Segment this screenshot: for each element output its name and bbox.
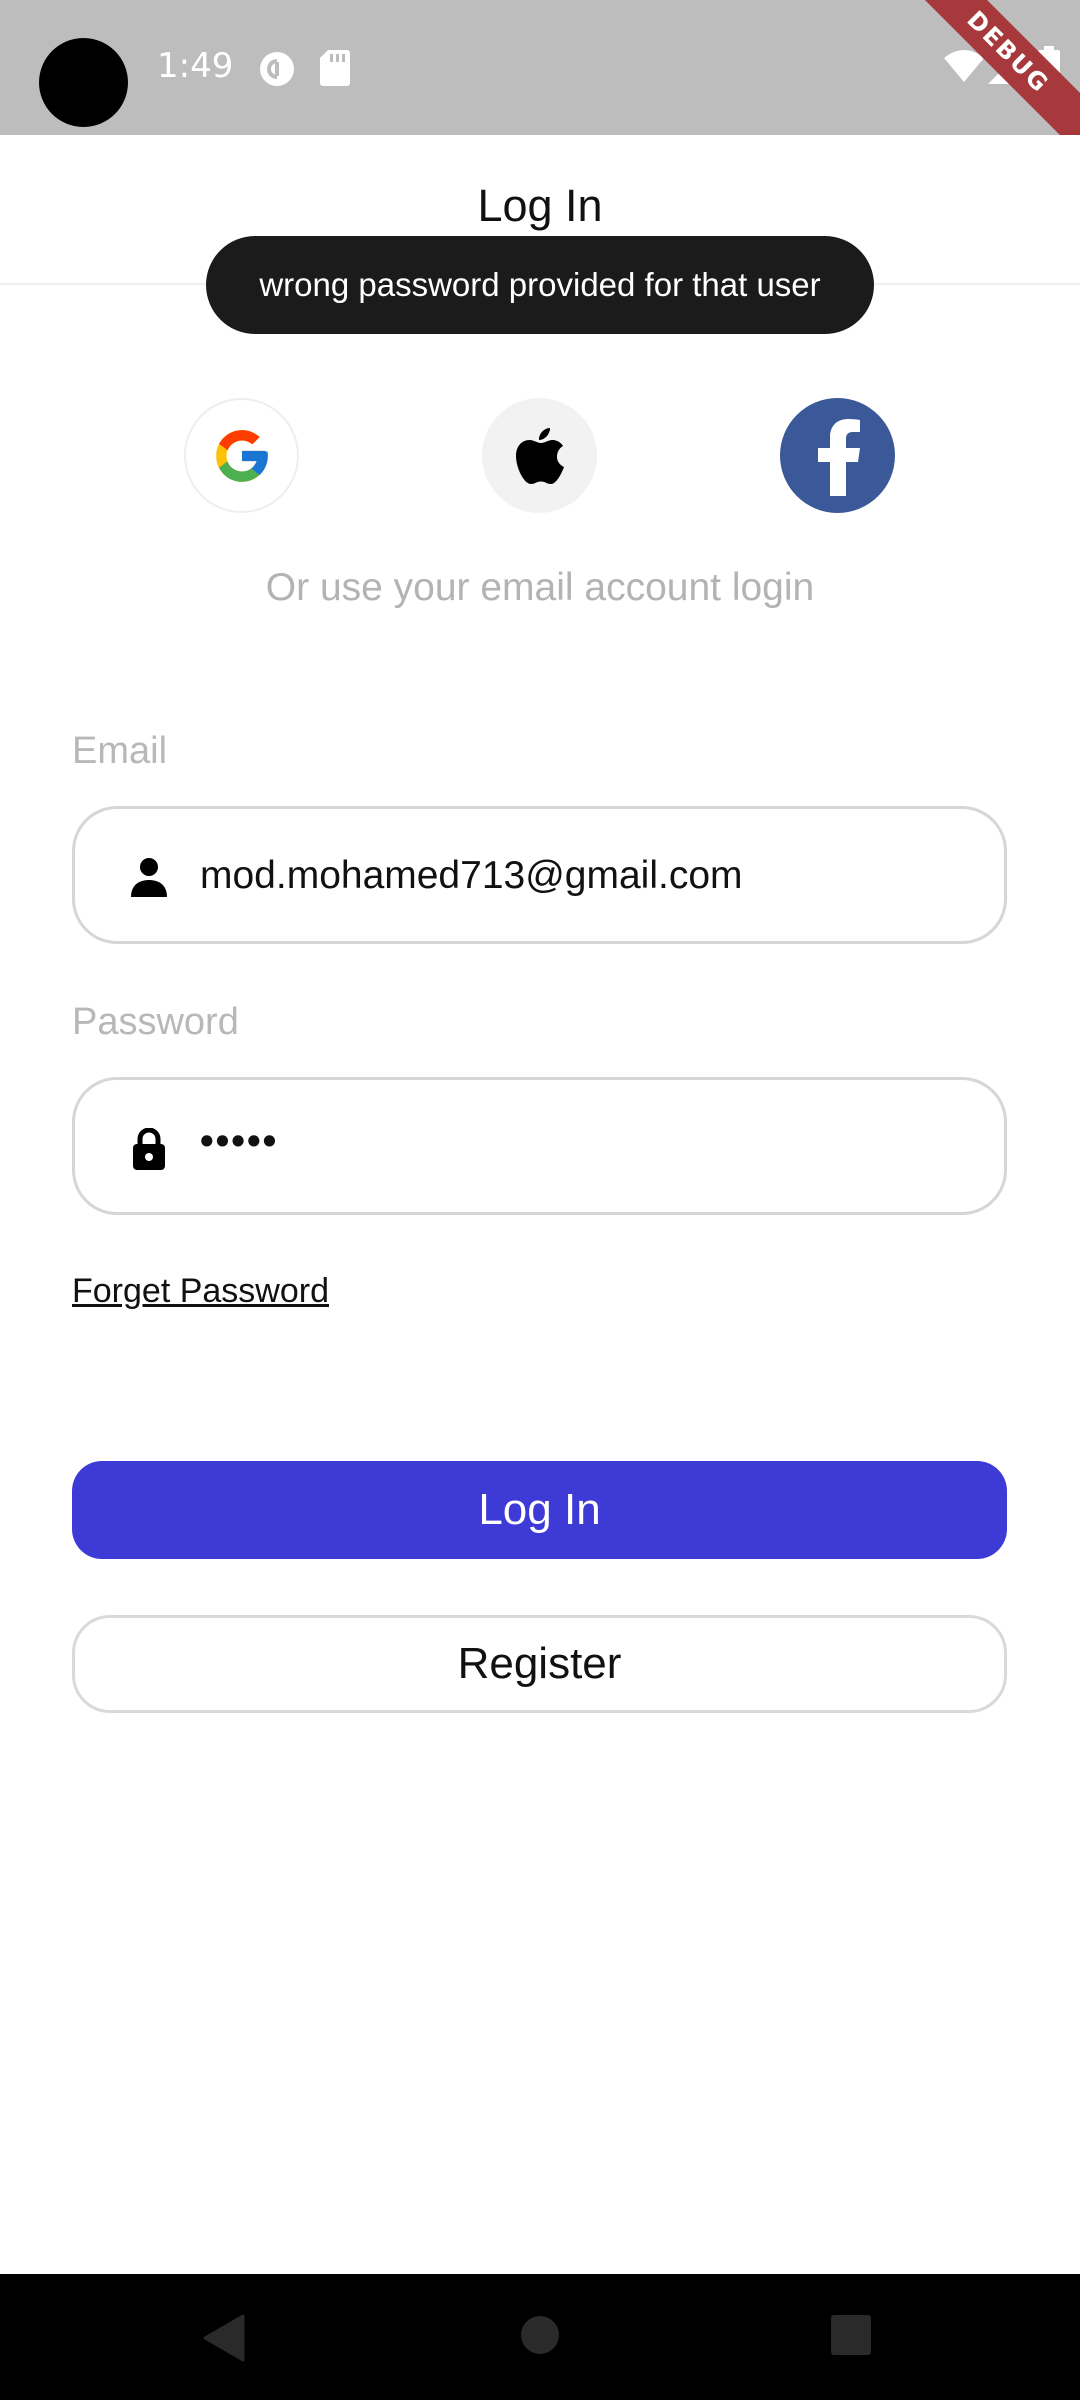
facebook-login-button[interactable] — [780, 398, 895, 513]
pocket-casts-icon — [260, 52, 294, 86]
alt-login-text: Or use your email account login — [265, 566, 815, 609]
navigation-bar — [0, 2274, 1080, 2400]
lock-icon — [133, 1128, 165, 1170]
google-icon — [215, 429, 268, 482]
camera-cutout — [39, 38, 128, 127]
forget-password-link[interactable]: Forget Password — [72, 1272, 329, 1311]
login-button[interactable]: Log In — [72, 1461, 1007, 1559]
email-field[interactable]: mod.mohamed713@gmail.com — [72, 806, 1007, 944]
wifi-icon — [944, 50, 984, 82]
status-bar: 1:49 DEBUG — [0, 0, 1080, 135]
google-login-button[interactable] — [184, 398, 299, 513]
sd-card-icon — [320, 50, 350, 86]
error-toast: wrong password provided for that user — [206, 236, 874, 334]
register-button[interactable]: Register — [72, 1615, 1007, 1713]
status-time: 1:49 — [157, 46, 234, 86]
apple-login-button[interactable] — [482, 398, 597, 513]
password-label: Password — [72, 1001, 239, 1043]
recents-icon[interactable] — [830, 2314, 872, 2356]
page-title: Log In — [477, 180, 603, 231]
email-value: mod.mohamed713@gmail.com — [200, 854, 743, 897]
home-icon[interactable] — [519, 2314, 561, 2356]
email-label: Email — [72, 730, 168, 772]
person-icon — [131, 858, 167, 897]
facebook-icon — [817, 418, 860, 496]
back-icon[interactable] — [203, 2314, 247, 2362]
apple-icon — [515, 427, 564, 484]
password-field[interactable]: ••••• — [72, 1077, 1007, 1215]
password-value: ••••• — [200, 1120, 279, 1163]
